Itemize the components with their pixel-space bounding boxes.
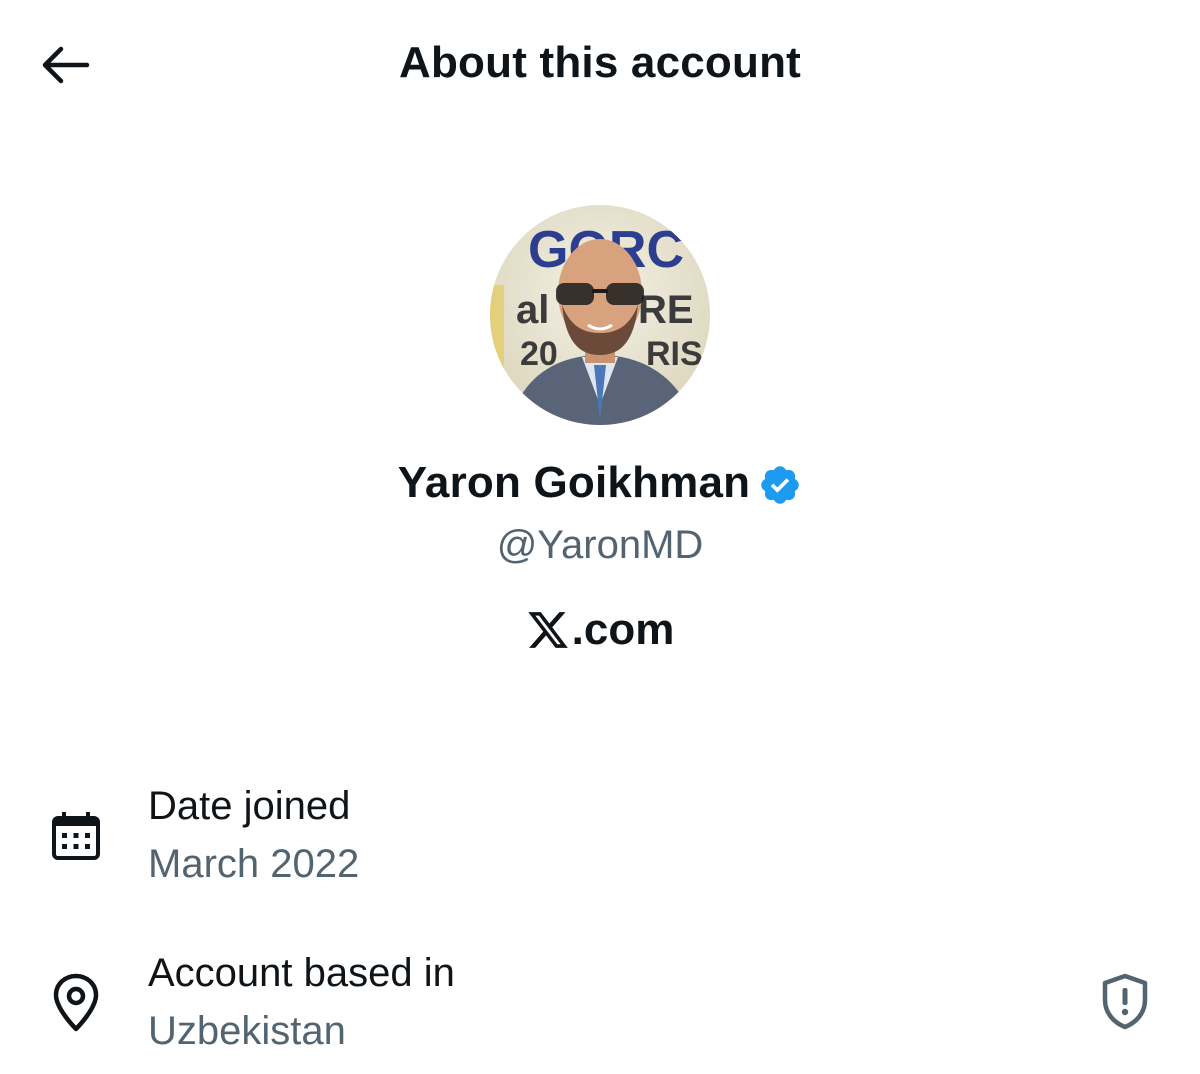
location-pin-icon <box>44 971 108 1035</box>
display-name-row: Yaron Goikhman <box>0 458 1200 508</box>
account-based-in-label: Account based in <box>148 951 455 995</box>
x-logo-icon <box>527 612 568 648</box>
svg-text:al: al <box>516 288 549 332</box>
avatar-image: GORC al RE 20 RIS <box>490 205 710 425</box>
page-title: About this account <box>398 38 802 87</box>
date-joined-row: Date joined March 2022 <box>0 770 1200 900</box>
header: About this account <box>0 0 1200 130</box>
source-text: .com <box>571 605 675 654</box>
source-link[interactable]: .com <box>0 605 1200 655</box>
verified-badge-icon <box>761 466 800 504</box>
account-based-in-row: Account based in Uzbekistan <box>0 937 1200 1067</box>
shield-alert-button[interactable] <box>1090 966 1160 1036</box>
display-name: Yaron Goikhman <box>397 458 751 507</box>
shield-alert-icon <box>1102 973 1148 1030</box>
date-joined-value: March 2022 <box>148 842 360 886</box>
svg-text:RIS: RIS <box>646 335 703 373</box>
calendar-icon <box>44 804 108 868</box>
svg-text:RE: RE <box>638 288 694 332</box>
date-joined-label: Date joined <box>148 784 351 828</box>
handle: @YaronMD <box>496 523 704 567</box>
avatar[interactable]: GORC al RE 20 RIS <box>490 205 710 425</box>
account-based-in-value: Uzbekistan <box>148 1009 346 1053</box>
